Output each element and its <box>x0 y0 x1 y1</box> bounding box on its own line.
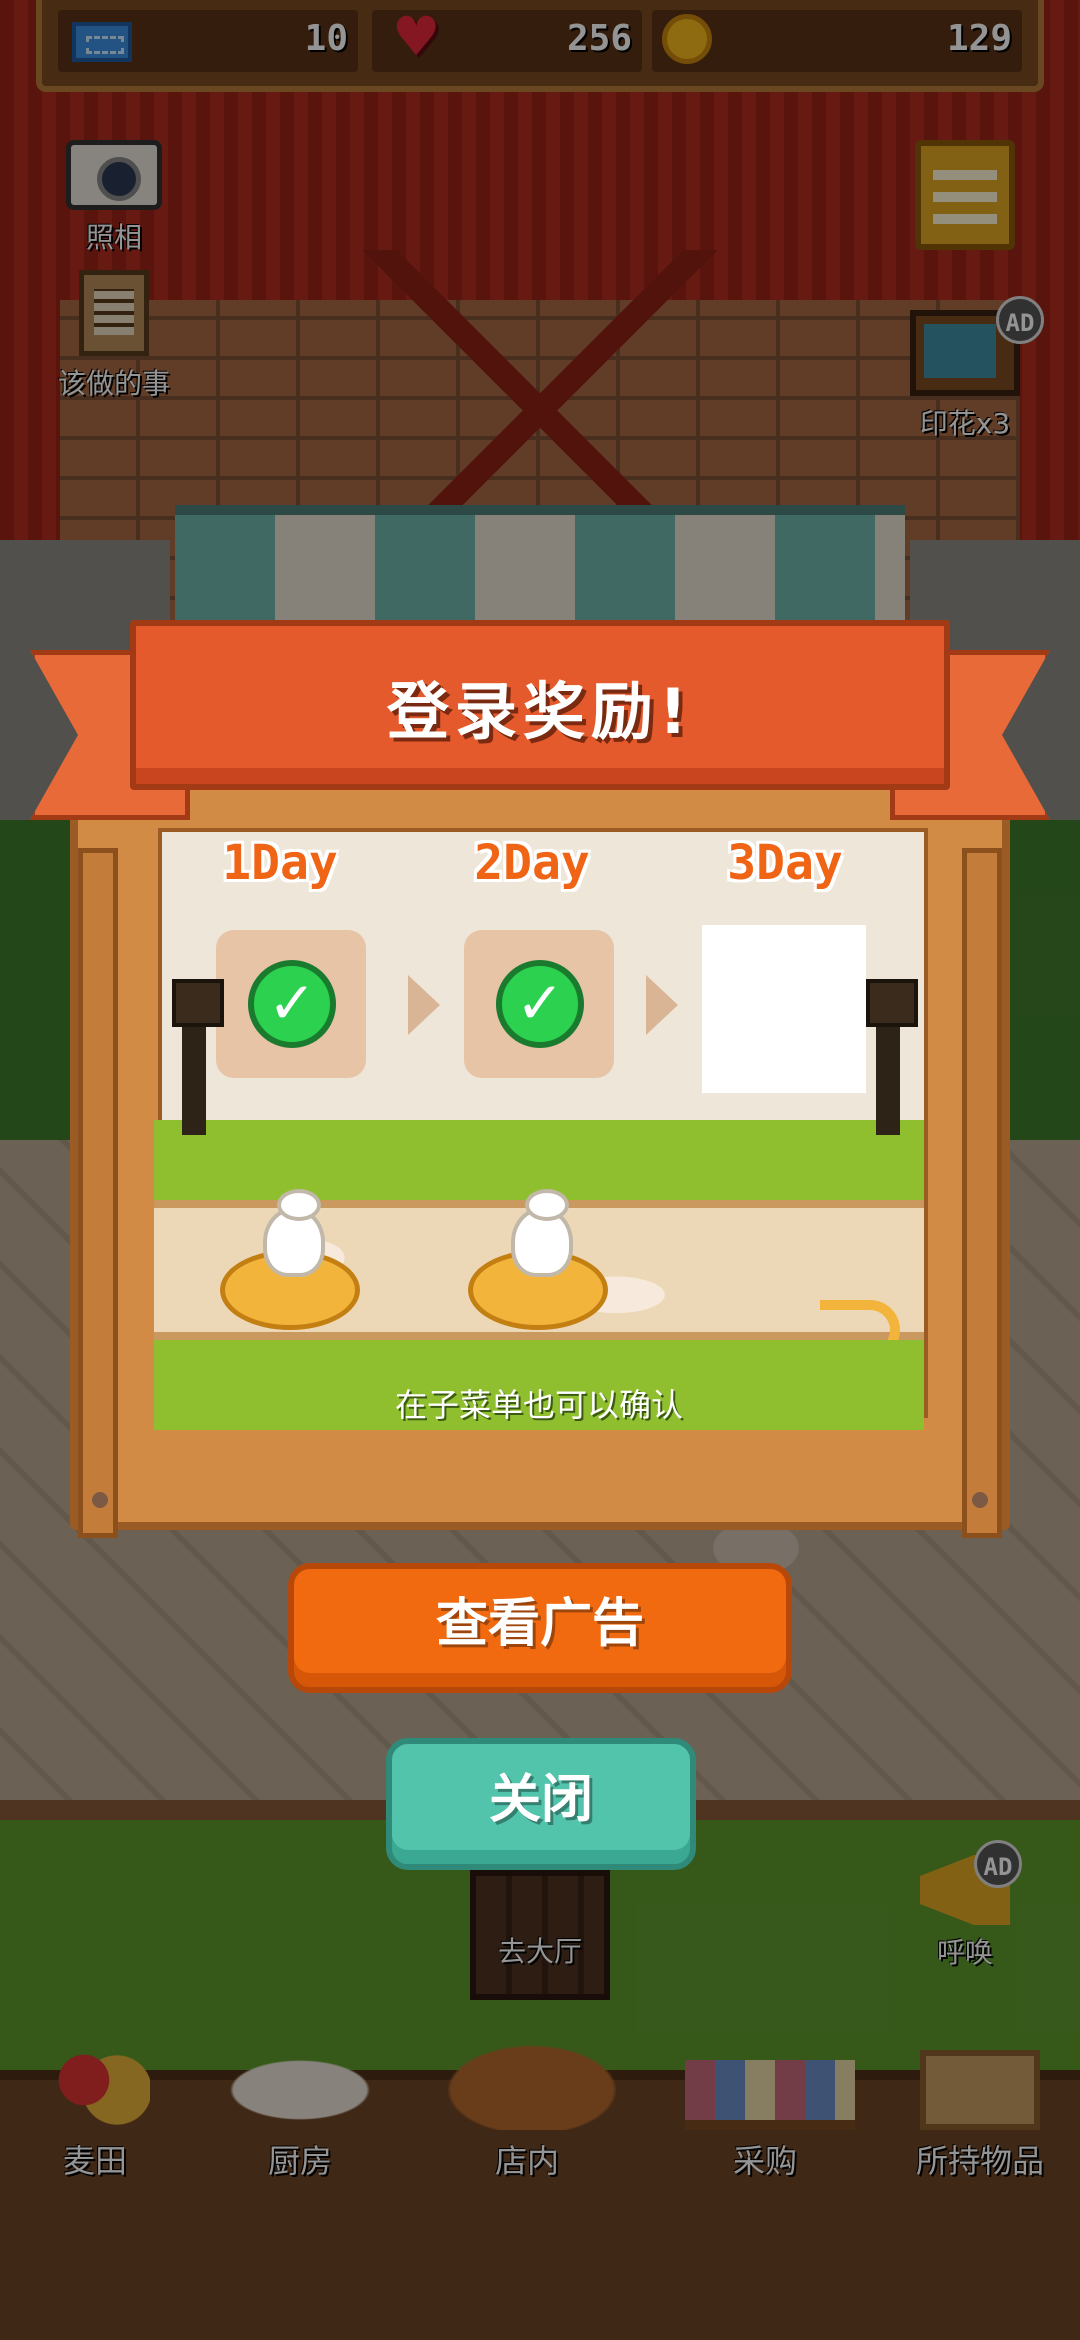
street-lamp-icon <box>866 979 918 1135</box>
panel-grass <box>154 1120 924 1200</box>
street-lamp-icon <box>172 979 224 1135</box>
board-post-right <box>962 848 1002 1538</box>
check-icon: ✓ <box>248 960 336 1048</box>
arrow-right-icon <box>408 975 440 1035</box>
login-reward-dialog: 登录奖励! 1Day 2Day 3Day ✓ ✓ 在子菜单也可以确认 <box>30 620 1050 1538</box>
day-label: 1Day <box>222 835 338 891</box>
day-label: 2Day <box>474 835 590 891</box>
chef-icon <box>511 1189 573 1277</box>
arrow-right-icon <box>646 975 678 1035</box>
board-post-left <box>78 848 118 1538</box>
hint-text: 在子菜单也可以确认 <box>394 1386 683 1424</box>
day-label: 3Day <box>727 835 843 891</box>
watch-ad-button[interactable]: 查看广告 <box>288 1563 792 1693</box>
chef-day2 <box>468 1189 608 1330</box>
reward-slot-day3 <box>702 925 866 1093</box>
title-banner: 登录奖励! <box>130 620 950 790</box>
chef-day1 <box>220 1189 360 1330</box>
rivet <box>92 1492 108 1508</box>
reward-slot-day2: ✓ <box>464 930 614 1078</box>
reward-slot-day1: ✓ <box>216 930 366 1078</box>
chef-icon <box>263 1189 325 1277</box>
dialog-title: 登录奖励! <box>386 675 694 748</box>
rivet <box>972 1492 988 1508</box>
close-button[interactable]: 关闭 <box>386 1738 696 1870</box>
check-icon: ✓ <box>496 960 584 1048</box>
